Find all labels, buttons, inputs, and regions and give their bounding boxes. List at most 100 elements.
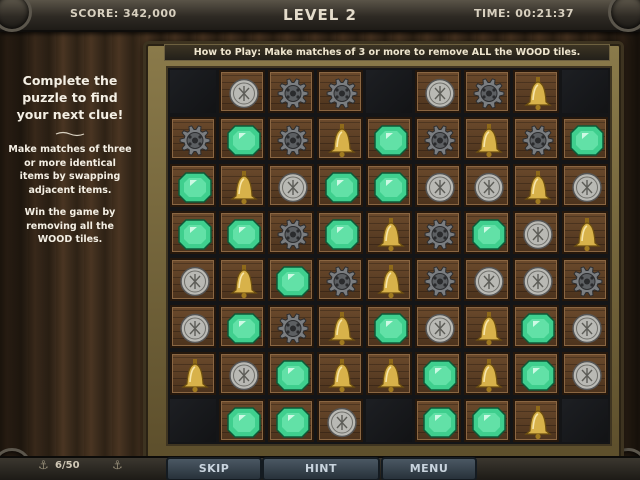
coin-icon bbox=[572, 172, 602, 203]
board-cell-emerald[interactable] bbox=[366, 305, 412, 348]
coin-icon bbox=[229, 78, 259, 109]
bell-icon bbox=[328, 312, 356, 346]
emerald-icon bbox=[325, 172, 359, 203]
emerald-icon bbox=[276, 266, 310, 297]
hint-button[interactable]: HINT bbox=[262, 457, 380, 480]
board-cell-emerald[interactable] bbox=[219, 211, 265, 254]
board-cell-emerald[interactable] bbox=[219, 399, 265, 442]
gear-icon bbox=[424, 219, 456, 250]
coin-icon bbox=[425, 172, 455, 203]
bell-icon bbox=[328, 359, 356, 393]
board-cell-coin[interactable] bbox=[562, 164, 608, 207]
board-cell-coin[interactable] bbox=[219, 352, 265, 395]
board-cell-emerald[interactable] bbox=[219, 117, 265, 160]
emerald-icon bbox=[227, 125, 261, 156]
coin-icon bbox=[523, 266, 553, 297]
board-cell-bell[interactable] bbox=[366, 258, 412, 301]
board-cell-coin[interactable] bbox=[170, 305, 216, 348]
board-cell-coin[interactable] bbox=[219, 70, 265, 113]
bell-icon bbox=[524, 406, 552, 440]
board-cell-bell[interactable] bbox=[513, 70, 559, 113]
board-cell-emerald[interactable] bbox=[268, 399, 314, 442]
menu-button[interactable]: MENU bbox=[381, 457, 477, 480]
coin-icon bbox=[425, 78, 455, 109]
board-cell-emerald[interactable] bbox=[268, 352, 314, 395]
board-cell-bell[interactable] bbox=[317, 352, 363, 395]
instructions-panel: Complete the puzzle to find your next cl… bbox=[8, 72, 132, 256]
board-cell-bell[interactable] bbox=[464, 352, 510, 395]
board-cell-bell[interactable] bbox=[219, 258, 265, 301]
board-cell-coin[interactable] bbox=[170, 258, 216, 301]
board-cell-bell[interactable] bbox=[170, 352, 216, 395]
board-cell-bell[interactable] bbox=[366, 352, 412, 395]
board-cell-emerald[interactable] bbox=[415, 399, 461, 442]
bell-icon bbox=[475, 312, 503, 346]
board-cell-gear[interactable] bbox=[268, 305, 314, 348]
board-cell-coin[interactable] bbox=[415, 164, 461, 207]
gear-icon bbox=[571, 266, 603, 297]
board-cell-bell[interactable] bbox=[562, 211, 608, 254]
time-display: TIME: 00:21:37 bbox=[473, 7, 574, 20]
board-cell-bell[interactable] bbox=[219, 164, 265, 207]
board-cell-emerald[interactable] bbox=[513, 352, 559, 395]
coin-icon bbox=[425, 313, 455, 344]
board-cell-coin[interactable] bbox=[317, 399, 363, 442]
board-cell-gear[interactable] bbox=[170, 117, 216, 160]
board-cell-bell[interactable] bbox=[317, 305, 363, 348]
board-cell-gear[interactable] bbox=[513, 117, 559, 160]
game-board bbox=[166, 66, 612, 446]
board-cell-bell[interactable] bbox=[317, 117, 363, 160]
board-cell-coin[interactable] bbox=[562, 305, 608, 348]
coin-icon bbox=[278, 172, 308, 203]
board-cell-gear[interactable] bbox=[268, 211, 314, 254]
board-cell-gear[interactable] bbox=[415, 117, 461, 160]
board-cell-gear[interactable] bbox=[562, 258, 608, 301]
board-cell-gear[interactable] bbox=[268, 117, 314, 160]
board-cell-bell[interactable] bbox=[513, 399, 559, 442]
board-cell-emerald[interactable] bbox=[366, 117, 412, 160]
emerald-icon bbox=[374, 172, 408, 203]
board-cell-coin[interactable] bbox=[562, 352, 608, 395]
board-cell-emerald[interactable] bbox=[219, 305, 265, 348]
bell-icon bbox=[377, 359, 405, 393]
board-cell-emerald[interactable] bbox=[317, 164, 363, 207]
board-cell-emerald[interactable] bbox=[415, 352, 461, 395]
emerald-icon bbox=[325, 219, 359, 250]
empty-cell bbox=[562, 399, 608, 442]
board-cell-coin[interactable] bbox=[464, 258, 510, 301]
board-cell-coin[interactable] bbox=[268, 164, 314, 207]
board-cell-emerald[interactable] bbox=[317, 211, 363, 254]
board-cell-emerald[interactable] bbox=[268, 258, 314, 301]
board-cell-coin[interactable] bbox=[415, 305, 461, 348]
board-cell-emerald[interactable] bbox=[513, 305, 559, 348]
board-cell-gear[interactable] bbox=[317, 258, 363, 301]
board-cell-gear[interactable] bbox=[415, 211, 461, 254]
board-cell-emerald[interactable] bbox=[366, 164, 412, 207]
board-cell-bell[interactable] bbox=[464, 117, 510, 160]
board-cell-coin[interactable] bbox=[513, 211, 559, 254]
emerald-icon bbox=[472, 407, 506, 438]
board-cell-coin[interactable] bbox=[415, 70, 461, 113]
board-cell-gear[interactable] bbox=[415, 258, 461, 301]
board-cell-emerald[interactable] bbox=[464, 399, 510, 442]
bell-icon bbox=[475, 124, 503, 158]
coin-icon bbox=[572, 313, 602, 344]
board-cell-bell[interactable] bbox=[513, 164, 559, 207]
board-cell-emerald[interactable] bbox=[464, 211, 510, 254]
board-cell-gear[interactable] bbox=[317, 70, 363, 113]
board-cell-coin[interactable] bbox=[513, 258, 559, 301]
emerald-icon bbox=[521, 313, 555, 344]
board-cell-emerald[interactable] bbox=[562, 117, 608, 160]
board-cell-gear[interactable] bbox=[268, 70, 314, 113]
bell-icon bbox=[573, 218, 601, 252]
board-cell-bell[interactable] bbox=[366, 211, 412, 254]
skip-button[interactable]: SKIP bbox=[166, 457, 262, 480]
board-cell-emerald[interactable] bbox=[170, 211, 216, 254]
how-to-play-banner: How to Play: Make matches of 3 or more t… bbox=[164, 44, 610, 61]
board-cell-emerald[interactable] bbox=[170, 164, 216, 207]
emerald-icon bbox=[227, 219, 261, 250]
board-cell-gear[interactable] bbox=[464, 70, 510, 113]
emerald-icon bbox=[374, 125, 408, 156]
board-cell-coin[interactable] bbox=[464, 164, 510, 207]
board-cell-bell[interactable] bbox=[464, 305, 510, 348]
